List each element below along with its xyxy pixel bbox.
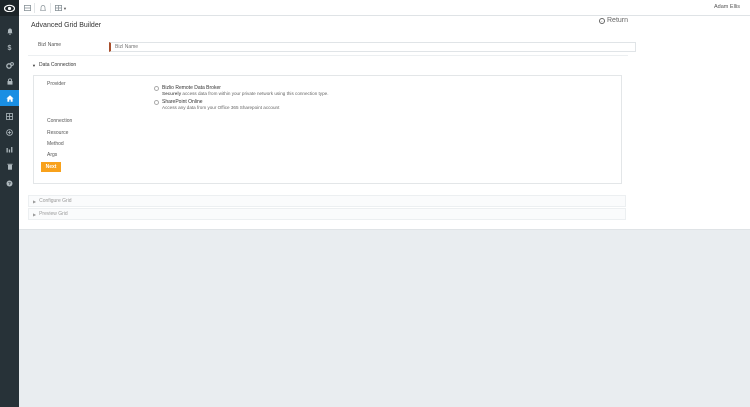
lock-icon[interactable] — [0, 73, 19, 89]
next-button[interactable]: Next — [41, 162, 61, 172]
configure-grid-header[interactable]: ▶ Configure Grid — [28, 195, 626, 207]
divider — [50, 3, 51, 13]
back-arrow-icon: ← — [599, 17, 605, 24]
connection-label: Connection — [47, 118, 73, 124]
provider-label: Provider — [47, 81, 66, 87]
dollar-icon[interactable]: $ — [0, 40, 19, 56]
bizi-name-row: BizI Name — [28, 40, 636, 56]
caret-down-icon: ▼ — [63, 5, 67, 11]
caret-right-icon: ▶ — [33, 198, 37, 204]
gears-icon[interactable] — [0, 57, 19, 73]
apps-dropdown[interactable]: ▼ — [55, 3, 67, 13]
provider-option-bizlio[interactable]: Bizlio Remote Data Broker Securely acces… — [154, 85, 328, 97]
configure-grid-title: Configure Grid — [39, 198, 72, 204]
bizi-name-label: BizI Name — [38, 42, 62, 48]
notification-bell-icon[interactable] — [40, 3, 46, 13]
home-icon[interactable] — [0, 90, 19, 106]
return-label: Return — [607, 17, 629, 24]
bell-icon[interactable] — [0, 23, 19, 39]
bizi-name-input[interactable] — [109, 42, 636, 52]
provider-option-sharepoint[interactable]: SharePoint Online Access any data from y… — [154, 99, 279, 111]
logo-cloud-icon[interactable] — [0, 0, 19, 16]
help-icon[interactable]: ? — [0, 175, 19, 191]
method-label: Method — [47, 141, 64, 147]
provider-option-text: SharePoint Online Access any data from y… — [162, 99, 279, 111]
menu-grid-icon[interactable] — [24, 3, 31, 13]
main-panel: Advanced Grid Builder ← Return BizI Name… — [19, 16, 750, 230]
preview-grid-header[interactable]: ▶ Preview Grid — [28, 208, 626, 220]
args-label: Args — [47, 152, 58, 158]
provider-description: Securely access data from within your pr… — [162, 91, 329, 96]
data-connection-header[interactable]: ▼ Data Connection — [28, 59, 626, 71]
provider-description: Access any data from your Office 365 Sha… — [162, 105, 280, 110]
page-title: Advanced Grid Builder — [31, 22, 102, 29]
trash-icon[interactable] — [0, 158, 19, 174]
svg-text:?: ? — [8, 181, 11, 186]
bar-chart-icon[interactable] — [0, 141, 19, 157]
apps-icon — [55, 4, 62, 13]
user-name[interactable]: Adam Ellis — [714, 4, 740, 10]
top-bar: ▼ Adam Ellis — [19, 0, 750, 16]
resource-label: Resource — [47, 130, 69, 136]
caret-right-icon: ▶ — [33, 211, 37, 217]
grid-icon[interactable] — [0, 108, 19, 124]
divider — [34, 3, 35, 13]
provider-option-text: Bizlio Remote Data Broker Securely acces… — [162, 85, 328, 97]
sidebar: $ ? — [0, 0, 19, 407]
preview-grid-title: Preview Grid — [39, 211, 68, 217]
return-link[interactable]: ← Return — [599, 17, 628, 24]
caret-down-icon: ▼ — [32, 62, 36, 68]
plus-circle-icon[interactable] — [0, 124, 19, 140]
radio-button[interactable] — [154, 86, 159, 91]
data-connection-title: Data Connection — [38, 62, 77, 68]
data-connection-panel: Provider Bizlio Remote Data Broker Secur… — [33, 75, 622, 184]
radio-button[interactable] — [154, 100, 159, 105]
